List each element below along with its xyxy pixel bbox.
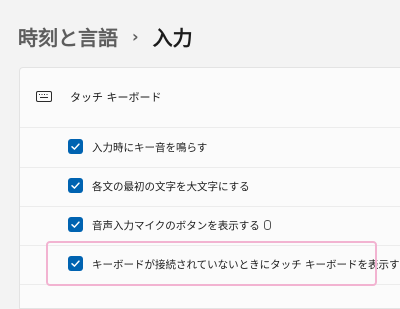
- option-row-capitalize[interactable]: 各文の最初の文字を大文字にする: [20, 167, 400, 207]
- key-sound-label: 入力時にキー音を鳴らす: [92, 142, 208, 154]
- option-row-key-sound[interactable]: 入力時にキー音を鳴らす: [20, 128, 400, 168]
- capitalize-checkbox[interactable]: [68, 178, 83, 193]
- option-row-voice-typing[interactable]: 音声入力マイクのボタンを表示する: [20, 206, 400, 246]
- show-touch-keyboard-label: キーボードが接続されていないときにタッチ キーボードを表示する: [92, 259, 400, 271]
- touch-keyboard-header[interactable]: タッチ キーボード: [20, 68, 400, 128]
- keyboard-icon: [36, 91, 52, 102]
- voice-typing-checkbox[interactable]: [68, 217, 83, 232]
- checkmark-icon: [71, 182, 80, 189]
- voice-typing-label: 音声入力マイクのボタンを表示する: [92, 218, 271, 233]
- capitalize-label: 各文の最初の文字を大文字にする: [92, 181, 250, 193]
- breadcrumb-parent-link[interactable]: 時刻と言語: [18, 22, 118, 51]
- touch-keyboard-title: タッチ キーボード: [70, 91, 162, 104]
- voice-typing-label-text: 音声入力マイクのボタンを表示する: [92, 220, 260, 232]
- touch-keyboard-settings-panel: タッチ キーボード 入力時にキー音を鳴らす 各文の最初の文字を大文字にする 音声…: [19, 67, 400, 309]
- microphone-icon: [263, 220, 271, 230]
- breadcrumb: 時刻と言語 › 入力: [18, 22, 193, 51]
- breadcrumb-separator: ›: [132, 27, 139, 46]
- show-touch-keyboard-checkbox[interactable]: [68, 256, 83, 271]
- checkmark-icon: [71, 260, 80, 267]
- page-title: 入力: [152, 26, 193, 50]
- checkmark-icon: [71, 143, 80, 150]
- option-row-show-touch-keyboard[interactable]: キーボードが接続されていないときにタッチ キーボードを表示する: [20, 245, 400, 285]
- key-sound-checkbox[interactable]: [68, 139, 83, 154]
- checkmark-icon: [71, 221, 80, 228]
